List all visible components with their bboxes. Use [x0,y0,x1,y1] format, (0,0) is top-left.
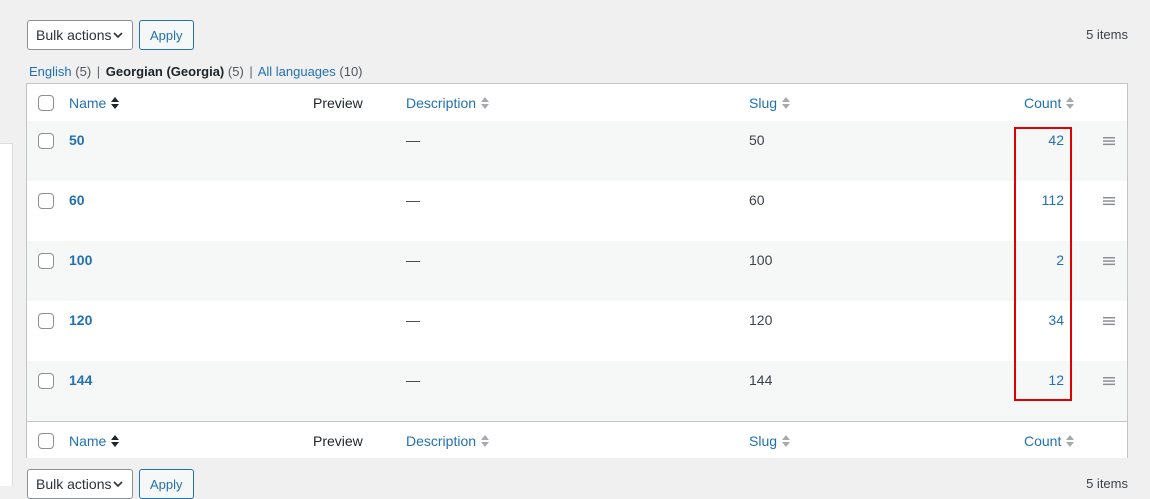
tablenav-bottom: Bulk actions Apply [27,469,194,499]
filter-georgian-count: (5) [227,64,244,79]
chevron-down-icon [113,32,123,39]
language-filter: English (5) | Georgian (Georgia) (5) | A… [29,64,363,79]
term-name-link[interactable]: 144 [69,372,92,388]
column-name-footer[interactable]: Name [69,433,120,449]
sort-asc-icon [111,435,120,447]
table-footer: Name Preview Description Slug Count [27,421,1127,458]
column-count-header[interactable]: Count [1024,95,1075,111]
row-checkbox[interactable] [38,253,54,269]
term-description: — [406,132,420,148]
side-panel-edge [0,143,13,486]
column-preview-header: Preview [313,95,363,111]
sort-arrows-icon [1066,435,1075,447]
row-checkbox[interactable] [38,193,54,209]
separator: | [96,64,101,79]
drag-handle-icon[interactable] [1103,316,1115,326]
sort-arrows-icon [782,97,791,109]
row-checkbox[interactable] [38,133,54,149]
filter-all-languages[interactable]: All languages [258,64,336,79]
drag-handle-icon[interactable] [1103,136,1115,146]
sort-asc-icon [111,97,120,109]
term-count-link[interactable]: 34 [1048,312,1064,328]
row-checkbox[interactable] [38,313,54,329]
table-header: Name Preview Description Slug Count [27,84,1127,122]
tablenav-top: Bulk actions Apply [27,20,194,50]
terms-table: Name Preview Description Slug Count 50 —… [26,83,1128,458]
term-name-link[interactable]: 120 [69,312,92,328]
term-slug: 100 [749,252,773,268]
select-all-checkbox[interactable] [38,433,54,449]
column-name-header[interactable]: Name [69,95,120,111]
bulk-actions-select-bottom[interactable]: Bulk actions [27,469,133,499]
term-description: — [406,312,420,328]
drag-handle-icon[interactable] [1103,196,1115,206]
sort-arrows-icon [481,435,490,447]
term-description: — [406,192,420,208]
select-all-checkbox[interactable] [38,95,54,111]
column-slug-header[interactable]: Slug [749,95,791,111]
term-count-link[interactable]: 2 [1056,252,1064,268]
term-slug: 50 [749,132,765,148]
table-row: 120 — 120 34 [27,301,1127,361]
separator: | [249,64,253,79]
chevron-down-icon [113,481,123,488]
sort-arrows-icon [782,435,791,447]
items-count-bottom: 5 items [1086,476,1128,491]
drag-handle-icon[interactable] [1103,376,1115,386]
filter-georgian[interactable]: Georgian (Georgia) [106,64,224,79]
apply-button[interactable]: Apply [139,20,194,50]
filter-english-count: (5) [75,64,92,79]
column-description-header[interactable]: Description [406,95,490,111]
term-count-link[interactable]: 12 [1048,372,1064,388]
table-row: 100 — 100 2 [27,241,1127,301]
bulk-actions-label: Bulk actions [36,476,112,492]
term-count-link[interactable]: 112 [1042,192,1064,208]
apply-button-bottom[interactable]: Apply [139,469,194,499]
row-checkbox[interactable] [38,373,54,389]
column-preview-footer: Preview [313,433,363,449]
term-name-link[interactable]: 100 [69,252,92,268]
column-description-footer[interactable]: Description [406,433,490,449]
term-name-link[interactable]: 60 [69,192,85,208]
term-slug: 120 [749,312,773,328]
table-row: 60 — 60 112 [27,181,1127,241]
column-count-footer[interactable]: Count [1024,433,1075,449]
table-row: 144 — 144 12 [27,361,1127,421]
term-description: — [406,372,420,388]
filter-all-count: (10) [339,64,363,79]
drag-handle-icon[interactable] [1103,256,1115,266]
term-slug: 60 [749,192,765,208]
column-slug-footer[interactable]: Slug [749,433,791,449]
table-row: 50 — 50 42 [27,121,1127,181]
sort-arrows-icon [481,97,490,109]
sort-arrows-icon [1066,97,1075,109]
bulk-actions-label: Bulk actions [36,27,112,43]
term-name-link[interactable]: 50 [69,132,85,148]
bulk-actions-select[interactable]: Bulk actions [27,20,133,50]
term-slug: 144 [749,372,773,388]
term-count-link[interactable]: 42 [1048,132,1064,148]
term-description: — [406,252,420,268]
filter-english[interactable]: English [29,64,72,79]
items-count: 5 items [1086,27,1128,42]
